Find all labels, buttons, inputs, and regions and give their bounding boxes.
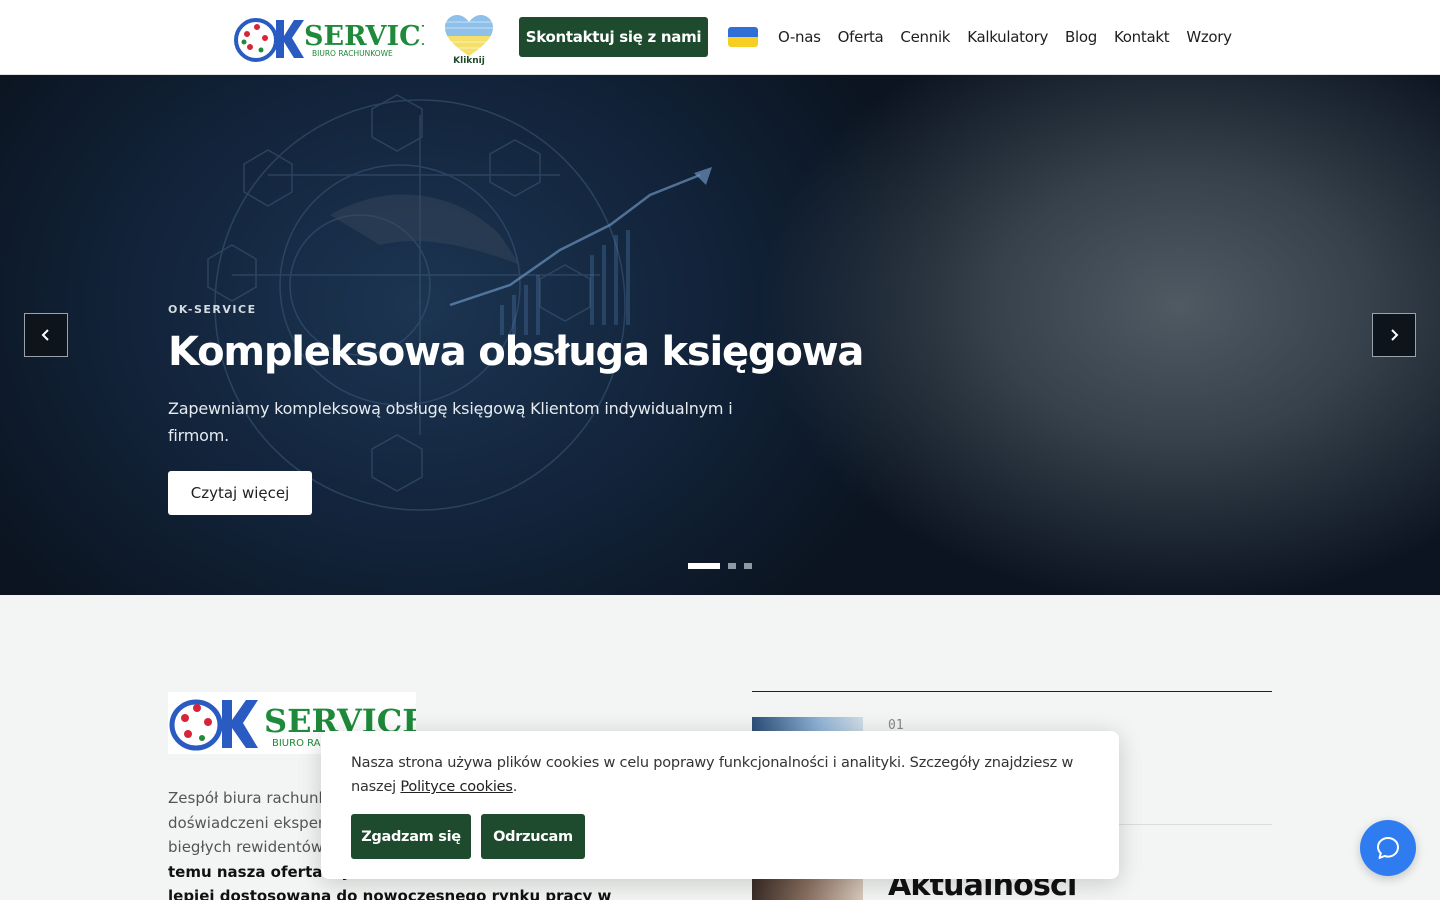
site-header: SERVICE BIURO RACHUNKOWE Kliknij Skontak… <box>0 0 1440 75</box>
slider-indicators <box>688 563 752 569</box>
svg-text:BIURO RACHUNKOWE: BIURO RACHUNKOWE <box>312 49 393 58</box>
chevron-right-icon <box>1391 329 1399 341</box>
hero-description: Zapewniamy kompleksową obsługę księgową … <box>168 399 733 445</box>
slider-dot-3[interactable] <box>744 563 752 569</box>
chat-bubble-icon <box>1377 837 1399 859</box>
hero-title: Kompleksowa obsługa księgowa <box>168 329 864 375</box>
svg-text:SERVICE: SERVICE <box>304 21 424 52</box>
heart-icon <box>445 15 493 56</box>
nav-item-kontakt[interactable]: Kontakt <box>1114 28 1170 46</box>
hero-slider: OK-SERVICE Kompleksowa obsługa księgowa … <box>0 75 1440 595</box>
slider-dot-1[interactable] <box>688 563 720 569</box>
hero-eyebrow: OK-SERVICE <box>168 303 257 316</box>
about-line-5: lepiej dostosowana do nowoczesnego rynku… <box>168 887 612 900</box>
nav-item-blog[interactable]: Blog <box>1065 28 1097 46</box>
cookie-banner: Nasza strona używa plików cookies w celu… <box>321 731 1119 879</box>
ukraine-heart-link[interactable]: Kliknij <box>443 14 495 70</box>
read-more-button[interactable]: Czytaj więcej <box>168 471 312 515</box>
slider-next-button[interactable] <box>1372 313 1416 357</box>
cookie-reject-button[interactable]: Odrzucam <box>481 814 585 859</box>
cookie-accept-button[interactable]: Zgadzam się <box>351 814 471 859</box>
slider-prev-button[interactable] <box>24 313 68 357</box>
cookie-policy-link[interactable]: Polityce cookies <box>400 779 513 795</box>
logo-graphic: SERVICE BIURO RACHUNKOWE <box>234 18 441 62</box>
cookie-message: Nasza strona używa plików cookies w celu… <box>351 755 1074 795</box>
chevron-left-icon <box>41 329 49 341</box>
section-divider <box>752 691 1272 692</box>
heart-label: Kliknij <box>453 56 485 66</box>
nav-item-cennik[interactable]: Cennik <box>900 28 950 46</box>
nav-item-oferta[interactable]: Oferta <box>838 28 884 46</box>
site-logo[interactable]: SERVICE BIURO RACHUNKOWE <box>234 14 441 62</box>
contact-us-button[interactable]: Skontaktuj się z nami <box>519 17 708 57</box>
nav-item-o-nas[interactable]: O-nas <box>778 28 821 46</box>
slider-dot-2[interactable] <box>728 563 736 569</box>
ukraine-flag-icon[interactable] <box>728 27 758 47</box>
nav-item-wzory[interactable]: Wzory <box>1186 28 1232 46</box>
nav-item-kalkulatory[interactable]: Kalkulatory <box>967 28 1048 46</box>
chat-button[interactable] <box>1360 820 1416 876</box>
main-nav: O-nas Oferta Cennik Kalkulatory Blog Kontakt W… <box>778 27 1233 49</box>
